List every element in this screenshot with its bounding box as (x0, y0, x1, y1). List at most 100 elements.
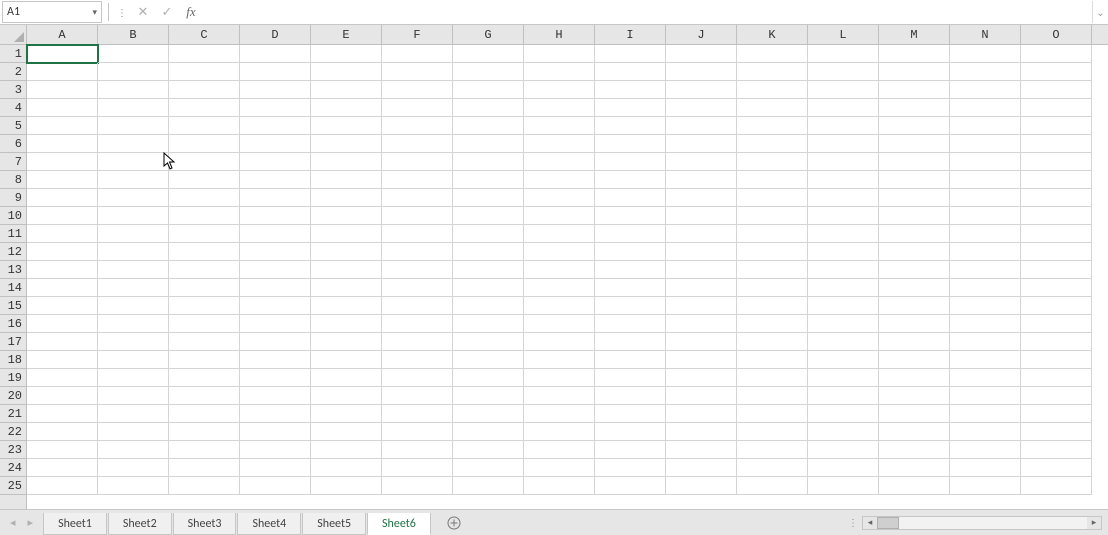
column-header[interactable]: I (595, 25, 666, 45)
cell[interactable] (98, 45, 169, 63)
cell[interactable] (524, 207, 595, 225)
cell[interactable] (737, 423, 808, 441)
cell[interactable] (595, 135, 666, 153)
cell[interactable] (879, 63, 950, 81)
cell[interactable] (524, 63, 595, 81)
cell[interactable] (240, 117, 311, 135)
cell[interactable] (240, 441, 311, 459)
cell[interactable] (524, 189, 595, 207)
sheet-tab[interactable]: Sheet5 (302, 513, 366, 535)
row-header[interactable]: 1 (0, 45, 26, 63)
cell[interactable] (950, 351, 1021, 369)
cell[interactable] (382, 477, 453, 495)
cell[interactable] (879, 405, 950, 423)
cell[interactable] (737, 315, 808, 333)
cell[interactable] (311, 477, 382, 495)
cell[interactable] (382, 297, 453, 315)
cell[interactable] (240, 171, 311, 189)
cell[interactable] (524, 99, 595, 117)
cell[interactable] (240, 477, 311, 495)
cell[interactable] (98, 279, 169, 297)
column-header[interactable]: F (382, 25, 453, 45)
cell[interactable] (98, 63, 169, 81)
cell[interactable] (595, 189, 666, 207)
cell[interactable] (240, 351, 311, 369)
cell[interactable] (240, 333, 311, 351)
cell[interactable] (808, 279, 879, 297)
cell[interactable] (879, 297, 950, 315)
cell[interactable] (595, 387, 666, 405)
cell[interactable] (666, 171, 737, 189)
cell[interactable] (382, 459, 453, 477)
cell[interactable] (98, 315, 169, 333)
cell[interactable] (737, 99, 808, 117)
cell[interactable] (737, 207, 808, 225)
cell[interactable] (98, 81, 169, 99)
cell[interactable] (879, 243, 950, 261)
cell[interactable] (453, 171, 524, 189)
cell[interactable] (453, 81, 524, 99)
cell[interactable] (737, 351, 808, 369)
cell[interactable] (808, 477, 879, 495)
row-header[interactable]: 14 (0, 279, 26, 297)
cell[interactable] (311, 135, 382, 153)
cell[interactable] (27, 189, 98, 207)
cell[interactable] (808, 333, 879, 351)
cell[interactable] (1021, 153, 1092, 171)
cell[interactable] (1021, 279, 1092, 297)
cell[interactable] (27, 135, 98, 153)
cell[interactable] (808, 45, 879, 63)
cell[interactable] (879, 477, 950, 495)
sheet-tab[interactable]: Sheet4 (237, 513, 301, 535)
cell[interactable] (453, 117, 524, 135)
cell[interactable] (240, 207, 311, 225)
cell[interactable] (737, 459, 808, 477)
cell[interactable] (27, 405, 98, 423)
cell[interactable] (240, 63, 311, 81)
cell[interactable] (1021, 81, 1092, 99)
cell[interactable] (595, 459, 666, 477)
cell[interactable] (382, 207, 453, 225)
cell[interactable] (879, 369, 950, 387)
cell[interactable] (311, 45, 382, 63)
cell[interactable] (879, 225, 950, 243)
cell[interactable] (240, 99, 311, 117)
cell[interactable] (382, 279, 453, 297)
scroll-left-icon[interactable]: ◂ (863, 517, 877, 529)
cell[interactable] (98, 135, 169, 153)
cell[interactable] (98, 189, 169, 207)
cell[interactable] (737, 135, 808, 153)
cell[interactable] (382, 117, 453, 135)
cell[interactable] (27, 261, 98, 279)
cell[interactable] (737, 369, 808, 387)
cell[interactable] (453, 315, 524, 333)
cell[interactable] (524, 351, 595, 369)
cell[interactable] (27, 117, 98, 135)
cell[interactable] (1021, 333, 1092, 351)
cell[interactable] (879, 45, 950, 63)
cell[interactable] (1021, 441, 1092, 459)
cell[interactable] (808, 171, 879, 189)
add-sheet-button[interactable] (440, 512, 468, 534)
cell[interactable] (169, 99, 240, 117)
cell[interactable] (524, 153, 595, 171)
cell[interactable] (666, 261, 737, 279)
cell[interactable] (382, 189, 453, 207)
cell[interactable] (240, 135, 311, 153)
cell[interactable] (382, 243, 453, 261)
row-header[interactable]: 20 (0, 387, 26, 405)
column-header[interactable]: G (453, 25, 524, 45)
cell[interactable] (879, 333, 950, 351)
cell[interactable] (808, 441, 879, 459)
cell[interactable] (808, 117, 879, 135)
column-header[interactable]: H (524, 25, 595, 45)
cell[interactable] (27, 45, 98, 63)
cell[interactable] (27, 477, 98, 495)
cell[interactable] (524, 45, 595, 63)
cell[interactable] (27, 369, 98, 387)
cell[interactable] (666, 153, 737, 171)
cell[interactable] (808, 153, 879, 171)
cell[interactable] (27, 279, 98, 297)
cell[interactable] (311, 333, 382, 351)
cell[interactable] (453, 297, 524, 315)
